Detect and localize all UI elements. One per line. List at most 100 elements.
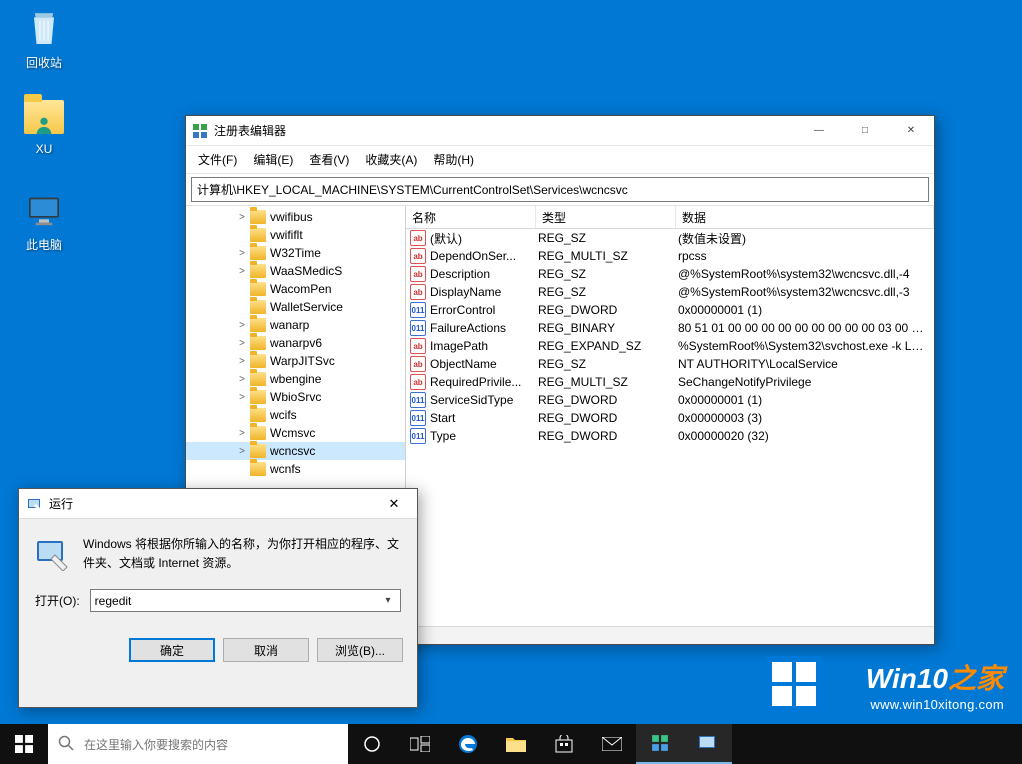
mail-icon[interactable] (588, 724, 636, 764)
this-pc-icon (23, 190, 65, 232)
tree-item[interactable]: >wanarpv6 (186, 334, 405, 352)
cortana-icon[interactable] (348, 724, 396, 764)
expander-icon[interactable]: > (236, 338, 248, 349)
edge-icon[interactable] (444, 724, 492, 764)
tree-item[interactable]: >WaaSMedicS (186, 262, 405, 280)
value-type-icon: 011 (410, 392, 426, 408)
tree-item[interactable]: WalletService (186, 298, 405, 316)
taskview-icon[interactable] (396, 724, 444, 764)
value-row[interactable]: 011StartREG_DWORD0x00000003 (3) (406, 409, 934, 427)
tree-item[interactable]: >wcncsvc (186, 442, 405, 460)
browse-button[interactable]: 浏览(B)... (317, 638, 403, 662)
value-type-icon: ab (410, 230, 426, 246)
value-data: %SystemRoot%\System32\svchost.exe -k Loc… (678, 339, 934, 353)
value-row[interactable]: 011ErrorControlREG_DWORD0x00000001 (1) (406, 301, 934, 319)
value-data: rpcss (678, 249, 934, 263)
expander-icon[interactable]: > (236, 248, 248, 259)
expander-icon[interactable]: > (236, 212, 248, 223)
value-name: FailureActions (430, 321, 538, 335)
value-type-icon: ab (410, 338, 426, 354)
cancel-button[interactable]: 取消 (223, 638, 309, 662)
tree-item-label: wbengine (270, 372, 321, 386)
open-combobox[interactable]: ▾ (90, 589, 401, 612)
regedit-icon (192, 123, 208, 139)
value-type: REG_BINARY (538, 321, 678, 335)
value-row[interactable]: abDisplayNameREG_SZ@%SystemRoot%\system3… (406, 283, 934, 301)
value-type-icon: ab (410, 284, 426, 300)
titlebar[interactable]: 运行 ✕ (19, 489, 417, 519)
value-row[interactable]: abRequiredPrivile...REG_MULTI_SZSeChange… (406, 373, 934, 391)
tree-item[interactable]: >wanarp (186, 316, 405, 334)
maximize-button[interactable]: □ (842, 116, 888, 145)
expander-icon[interactable]: > (236, 266, 248, 277)
address-bar[interactable]: 计算机\HKEY_LOCAL_MACHINE\SYSTEM\CurrentCon… (191, 177, 929, 202)
menu-view[interactable]: 查看(V) (301, 148, 357, 171)
tree-item[interactable]: > wbengine (186, 370, 405, 388)
close-button[interactable]: ✕ (888, 116, 934, 145)
col-data[interactable]: 数据 (676, 206, 934, 228)
desktop-icon-recycle-bin[interactable]: 回收站 (6, 8, 82, 71)
expander-icon[interactable]: > (236, 392, 248, 403)
tree-item[interactable]: WacomPen (186, 280, 405, 298)
run-dialog: 运行 ✕ Windows 将根据你所输入的名称，为你打开相应的程序、文件夹、文档… (18, 488, 418, 708)
col-type[interactable]: 类型 (536, 206, 676, 228)
value-row[interactable]: 011ServiceSidTypeREG_DWORD0x00000001 (1) (406, 391, 934, 409)
folder-icon (250, 462, 266, 476)
tree-item-label: WarpJITSvc (270, 354, 335, 368)
store-icon[interactable] (540, 724, 588, 764)
value-type: REG_SZ (538, 231, 678, 245)
value-row[interactable]: abObjectNameREG_SZNT AUTHORITY\LocalServ… (406, 355, 934, 373)
tree-item[interactable]: > W32Time (186, 244, 405, 262)
value-row[interactable]: abDependOnSer...REG_MULTI_SZrpcss (406, 247, 934, 265)
value-row[interactable]: abDescriptionREG_SZ@%SystemRoot%\system3… (406, 265, 934, 283)
menu-file[interactable]: 文件(F) (190, 148, 245, 171)
value-name: Start (430, 411, 538, 425)
col-name[interactable]: 名称 (406, 206, 536, 228)
start-button[interactable] (0, 724, 48, 764)
tree-item[interactable]: >vwifibus (186, 208, 405, 226)
value-type-icon: 011 (410, 410, 426, 426)
list-header[interactable]: 名称 类型 数据 (406, 206, 934, 229)
taskbar-search[interactable]: 在这里输入你要搜索的内容 (48, 724, 348, 764)
value-row[interactable]: abImagePathREG_EXPAND_SZ%SystemRoot%\Sys… (406, 337, 934, 355)
desktop-icon-this-pc[interactable]: 此电脑 (6, 190, 82, 253)
value-row[interactable]: ab(默认)REG_SZ(数值未设置) (406, 229, 934, 247)
tree-item-label: Wcmsvc (270, 426, 315, 440)
close-button[interactable]: ✕ (371, 489, 417, 518)
tree-item[interactable]: > Wcmsvc (186, 424, 405, 442)
taskbar-app-regedit[interactable] (636, 724, 684, 764)
tree-item-label: W32Time (270, 246, 321, 260)
open-input[interactable] (95, 594, 380, 608)
value-row[interactable]: 011TypeREG_DWORD0x00000020 (32) (406, 427, 934, 445)
tree-item[interactable]: wcnfs (186, 460, 405, 478)
expander-icon[interactable]: > (236, 356, 248, 367)
folder-icon (250, 444, 266, 458)
tree-item[interactable]: >WbioSrvc (186, 388, 405, 406)
tree-item[interactable]: vwififlt (186, 226, 405, 244)
tree-item[interactable]: > WarpJITSvc (186, 352, 405, 370)
minimize-button[interactable]: — (796, 116, 842, 145)
values-pane[interactable]: 名称 类型 数据 ab(默认)REG_SZ(数值未设置)abDependOnSe… (406, 206, 934, 626)
desktop-icon-folder-xu[interactable]: XU (6, 96, 82, 156)
ok-button[interactable]: 确定 (129, 638, 215, 662)
expander-icon[interactable]: > (236, 374, 248, 385)
taskbar-app-run[interactable] (684, 724, 732, 764)
tree-item[interactable]: wcifs (186, 406, 405, 424)
desktop-icon-label: XU (6, 142, 82, 156)
expander-icon[interactable]: > (236, 428, 248, 439)
value-row[interactable]: 011FailureActionsREG_BINARY80 51 01 00 0… (406, 319, 934, 337)
expander-icon[interactable]: > (236, 320, 248, 331)
menu-help[interactable]: 帮助(H) (425, 148, 482, 171)
explorer-icon[interactable] (492, 724, 540, 764)
value-type: REG_EXPAND_SZ (538, 339, 678, 353)
folder-icon (250, 264, 266, 278)
menu-favorites[interactable]: 收藏夹(A) (357, 148, 425, 171)
value-name: DisplayName (430, 285, 538, 299)
menu-edit[interactable]: 编辑(E) (245, 148, 301, 171)
value-type: REG_DWORD (538, 411, 678, 425)
titlebar[interactable]: 注册表编辑器 — □ ✕ (186, 116, 934, 146)
run-description: Windows 将根据你所输入的名称，为你打开相应的程序、文件夹、文档或 Int… (83, 535, 401, 573)
value-type: REG_SZ (538, 267, 678, 281)
expander-icon[interactable]: > (236, 446, 248, 457)
chevron-down-icon[interactable]: ▾ (380, 595, 396, 606)
